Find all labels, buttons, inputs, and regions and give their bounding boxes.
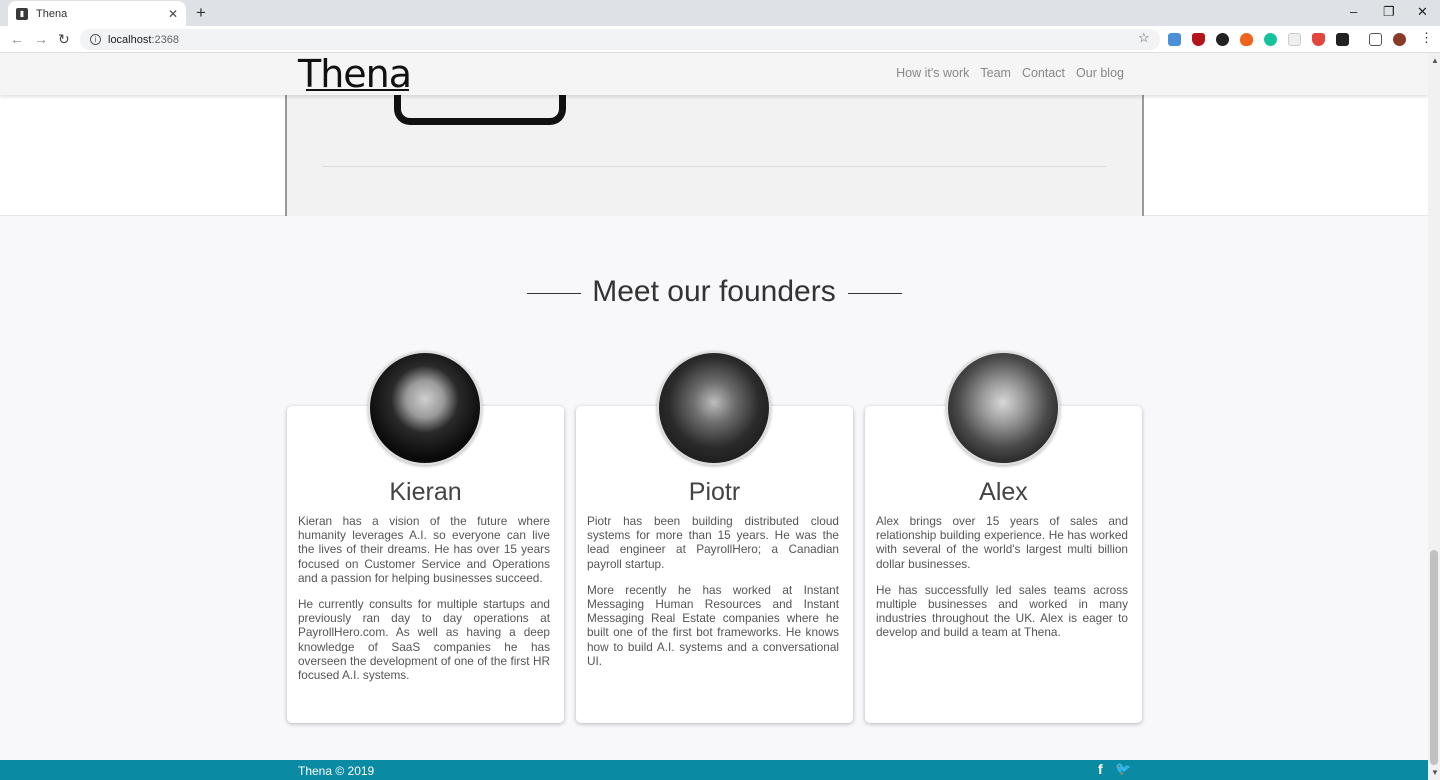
- fire-extension-icon[interactable]: [1240, 33, 1253, 46]
- footer-copyright: Thena © 2019: [298, 764, 375, 778]
- logo-underline: [306, 89, 409, 91]
- page-viewport: Thena How it's work Team Contact Our blo…: [0, 53, 1428, 780]
- bio-paragraph: He currently consults for multiple start…: [298, 597, 550, 683]
- facebook-icon[interactable]: f: [1098, 761, 1103, 777]
- founder-photo-piotr: [657, 351, 771, 465]
- site-footer: Thena © 2019 f 🐦: [0, 760, 1428, 780]
- twitter-icon[interactable]: 🐦: [1115, 761, 1131, 777]
- bookmark-star-icon[interactable]: ☆: [1138, 30, 1150, 46]
- site-navbar: Thena How it's work Team Contact Our blo…: [0, 53, 1428, 95]
- info-icon[interactable]: i: [90, 34, 101, 45]
- heading-line-right: [848, 293, 902, 294]
- extension-icon[interactable]: [1168, 33, 1181, 46]
- founder-name: Alex: [979, 478, 1028, 506]
- extension-icon[interactable]: [1336, 33, 1349, 46]
- url-host: localhost: [108, 33, 152, 46]
- founders-heading: Meet our founders: [592, 275, 836, 308]
- scroll-down-arrow-icon[interactable]: ▼: [1431, 768, 1439, 777]
- nav-links: How it's work Team Contact Our blog: [896, 66, 1124, 80]
- founder-bio: Kieran has a vision of the future where …: [298, 514, 550, 682]
- new-tab-button[interactable]: +: [196, 3, 206, 23]
- browser-tab[interactable]: ▮ Thena ✕: [8, 1, 186, 26]
- nav-link-contact[interactable]: Contact: [1022, 66, 1065, 80]
- extension-icon[interactable]: [1216, 33, 1229, 46]
- minimize-button[interactable]: –: [1350, 4, 1357, 19]
- nav-link-team[interactable]: Team: [980, 66, 1011, 80]
- cast-icon[interactable]: [1369, 33, 1382, 46]
- bio-paragraph: More recently he has worked at Instant M…: [587, 582, 839, 668]
- grammarly-icon[interactable]: [1264, 33, 1277, 46]
- section-divider: [322, 166, 1106, 167]
- founder-name: Kieran: [389, 478, 462, 506]
- extension-icon[interactable]: [1288, 33, 1301, 46]
- restore-button[interactable]: ❐: [1383, 4, 1395, 20]
- address-bar[interactable]: i localhost:2368: [80, 29, 1160, 50]
- founder-photo-alex: [946, 351, 1060, 465]
- favicon-icon: ▮: [16, 7, 28, 20]
- bio-paragraph: Kieran has a vision of the future where …: [298, 514, 550, 585]
- founder-photo-kieran: [368, 351, 482, 465]
- bio-paragraph: He has successfully led sales teams acro…: [876, 582, 1128, 640]
- browser-tab-strip: ▮ Thena ✕ + – ❐ ✕: [0, 0, 1440, 26]
- scroll-up-arrow-icon[interactable]: ▲: [1431, 56, 1439, 65]
- nav-link-blog[interactable]: Our blog: [1076, 66, 1124, 80]
- ublock-icon[interactable]: [1192, 33, 1205, 46]
- window-close-button[interactable]: ✕: [1417, 4, 1428, 20]
- browser-menu-icon[interactable]: ⋮: [1420, 30, 1433, 46]
- url-port: :2368: [151, 33, 179, 46]
- founder-bio: Alex brings over 15 years of sales and r…: [876, 514, 1128, 640]
- bio-paragraph: Piotr has been building distributed clou…: [587, 514, 839, 571]
- bio-paragraph: Alex brings over 15 years of sales and r…: [876, 514, 1128, 571]
- nav-link-how-it-works[interactable]: How it's work: [896, 66, 969, 80]
- founder-bio: Piotr has been building distributed clou…: [587, 514, 839, 668]
- browser-toolbar: ← → ↻ i localhost:2368 ☆ ⋮: [0, 26, 1440, 53]
- shield-extension-icon[interactable]: [1312, 33, 1325, 46]
- tab-close-icon[interactable]: ✕: [168, 7, 178, 21]
- scrollbar-thumb[interactable]: [1430, 550, 1438, 765]
- tab-title: Thena: [36, 7, 68, 20]
- page-scrollbar[interactable]: ▲ ▼: [1428, 53, 1440, 780]
- reload-icon[interactable]: ↻: [58, 31, 70, 48]
- profile-avatar[interactable]: [1393, 33, 1406, 46]
- founder-name: Piotr: [688, 478, 741, 506]
- back-icon[interactable]: ←: [10, 31, 24, 47]
- forward-icon[interactable]: →: [34, 31, 48, 47]
